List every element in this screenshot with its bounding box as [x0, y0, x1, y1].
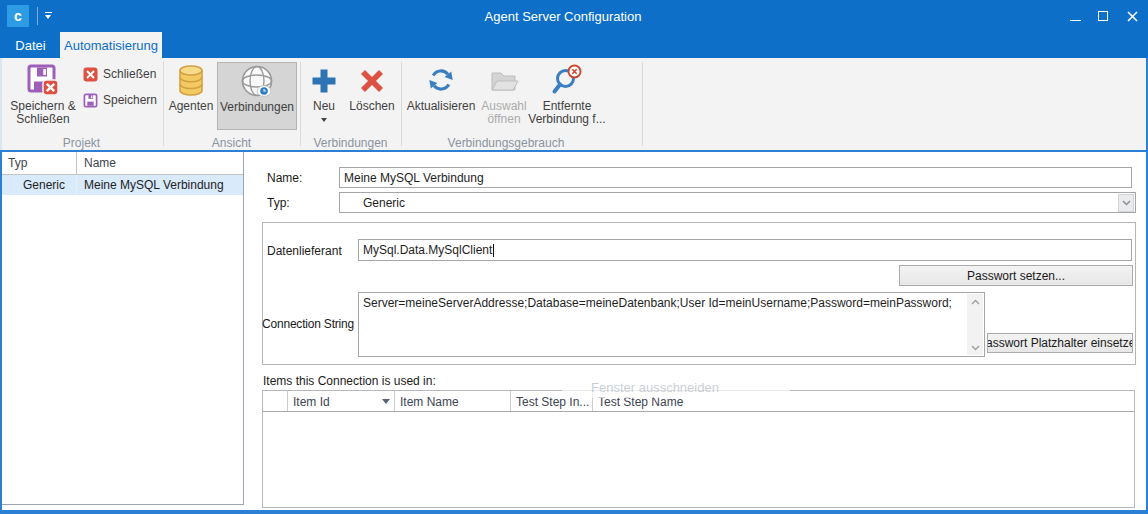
minimize-icon	[1070, 20, 1081, 21]
group-label-projekt: Projekt	[0, 136, 163, 149]
ribbon-separator	[642, 62, 643, 146]
usage-table: Item Id Item Name Test Step In... Test S…	[262, 390, 1135, 508]
delete-label: Löschen	[349, 100, 394, 113]
connection-string-textarea[interactable]: Server=meineServerAddresse;Database=mein…	[358, 292, 985, 357]
close-project-button[interactable]: Schließen	[83, 64, 156, 84]
ribbon-separator	[163, 62, 164, 146]
connections-list-panel: Typ Name Generic Meine MySQL Verbindung	[2, 152, 244, 505]
connection-string-label: Connection String	[262, 317, 354, 331]
typ-value: Generic	[363, 196, 405, 210]
tab-automatisierung[interactable]: Automatisierung	[60, 32, 162, 58]
usage-caption: Items this Connection is used in:	[263, 374, 436, 388]
titlebar: c Agent Server Configuration	[0, 0, 1148, 32]
typ-dropdown-button[interactable]	[1118, 194, 1134, 212]
indicator-column-header	[263, 391, 288, 411]
scroll-down-icon[interactable]	[967, 340, 983, 355]
delete-button[interactable]: Löschen	[345, 62, 399, 113]
text-caret	[493, 244, 494, 257]
refresh-label: Aktualisieren	[407, 100, 476, 113]
open-selection-label: Auswahl öffnen	[481, 100, 526, 126]
provider-label: Datenlieferant	[267, 244, 342, 258]
name-label: Name:	[267, 171, 302, 185]
save-and-close-label: Speichern & Schließen	[10, 100, 75, 126]
chevron-down-icon	[1122, 200, 1131, 206]
group-label-ansicht: Ansicht	[163, 136, 300, 149]
column-header-typ[interactable]: Typ	[2, 152, 77, 174]
connection-name-cell: Meine MySQL Verbindung	[77, 178, 224, 192]
window-border	[0, 510, 1148, 514]
minimize-button[interactable]	[1061, 0, 1089, 32]
tab-datei[interactable]: Datei	[4, 32, 57, 58]
connection-row[interactable]: Generic Meine MySQL Verbindung	[2, 175, 243, 195]
window-title: Agent Server Configuration	[0, 0, 1148, 32]
plus-icon	[310, 62, 338, 100]
vertical-scrollbar[interactable]	[967, 294, 983, 355]
close-project-label: Schließen	[103, 67, 156, 81]
connections-list-header: Typ Name	[2, 152, 243, 175]
save-and-close-button[interactable]: Speichern & Schließen	[8, 62, 78, 126]
refresh-button[interactable]: Aktualisieren	[404, 62, 478, 113]
close-icon	[1127, 11, 1138, 22]
group-label-verbindungen: Verbindungen	[300, 136, 401, 149]
connections-label: Verbindungen	[220, 101, 294, 114]
typ-combobox[interactable]: Generic	[339, 192, 1136, 213]
save-close-icon	[26, 62, 60, 100]
folder-icon	[489, 62, 519, 100]
column-header-item-id[interactable]: Item Id	[288, 391, 395, 411]
save-icon	[83, 93, 98, 108]
ribbon-separator	[300, 62, 301, 146]
find-remote-connection-button[interactable]: Entfernte Verbindung f...	[528, 62, 606, 126]
column-header-item-name[interactable]: Item Name	[395, 391, 511, 411]
delete-x-icon	[358, 62, 386, 100]
window-border	[0, 150, 2, 514]
open-selection-button: Auswahl öffnen	[480, 62, 528, 126]
snip-overlay-ghost: Fenster ausschneiden	[562, 376, 790, 398]
save-button[interactable]: Speichern	[83, 90, 157, 110]
item-name-label: Item Name	[400, 395, 459, 409]
ribbon-separator	[401, 62, 402, 146]
new-label: Neu	[313, 100, 335, 113]
column-header-name[interactable]: Name	[77, 152, 243, 174]
agents-button[interactable]: Agenten	[167, 62, 215, 113]
find-remote-connection-label: Entfernte Verbindung f...	[528, 100, 605, 126]
close-button[interactable]	[1118, 0, 1146, 32]
connections-button[interactable]: Verbindungen	[217, 62, 297, 130]
search-connection-icon	[550, 62, 584, 100]
item-id-label: Item Id	[293, 395, 330, 409]
database-icon	[176, 62, 206, 100]
globe-icon	[238, 63, 276, 101]
maximize-icon	[1098, 11, 1108, 21]
provider-value: MySql.Data.MySqlClient	[363, 243, 492, 257]
window-border	[0, 58, 2, 150]
new-button[interactable]: Neu	[303, 62, 345, 122]
maximize-button[interactable]	[1089, 0, 1117, 32]
agents-label: Agenten	[169, 100, 214, 113]
agent-server-configuration-window: c Agent Server Configuration Datei Autom…	[0, 0, 1148, 514]
group-label-verbindungsgebrauch: Verbindungsgebrauch	[401, 136, 611, 149]
connection-typ-cell: Generic	[2, 175, 77, 195]
insert-password-placeholder-button[interactable]: Passwort Platzhalter einsetzen	[987, 333, 1133, 353]
new-dropdown-icon[interactable]	[321, 118, 327, 122]
scroll-up-icon[interactable]	[967, 294, 983, 309]
provider-input[interactable]: MySql.Data.MySqlClient	[358, 239, 1132, 261]
filter-dropdown-icon[interactable]	[382, 399, 390, 404]
save-label: Speichern	[103, 93, 157, 107]
name-input[interactable]: Meine MySQL Verbindung	[339, 167, 1132, 188]
set-password-button[interactable]: Passwort setzen...	[899, 265, 1133, 286]
typ-label: Typ:	[267, 196, 290, 210]
name-value: Meine MySQL Verbindung	[344, 171, 484, 185]
refresh-icon	[425, 62, 457, 100]
connection-string-value: Server=meineServerAddresse;Database=mein…	[363, 296, 962, 311]
close-red-icon	[83, 67, 98, 82]
ribbon-tab-row	[0, 32, 1148, 58]
